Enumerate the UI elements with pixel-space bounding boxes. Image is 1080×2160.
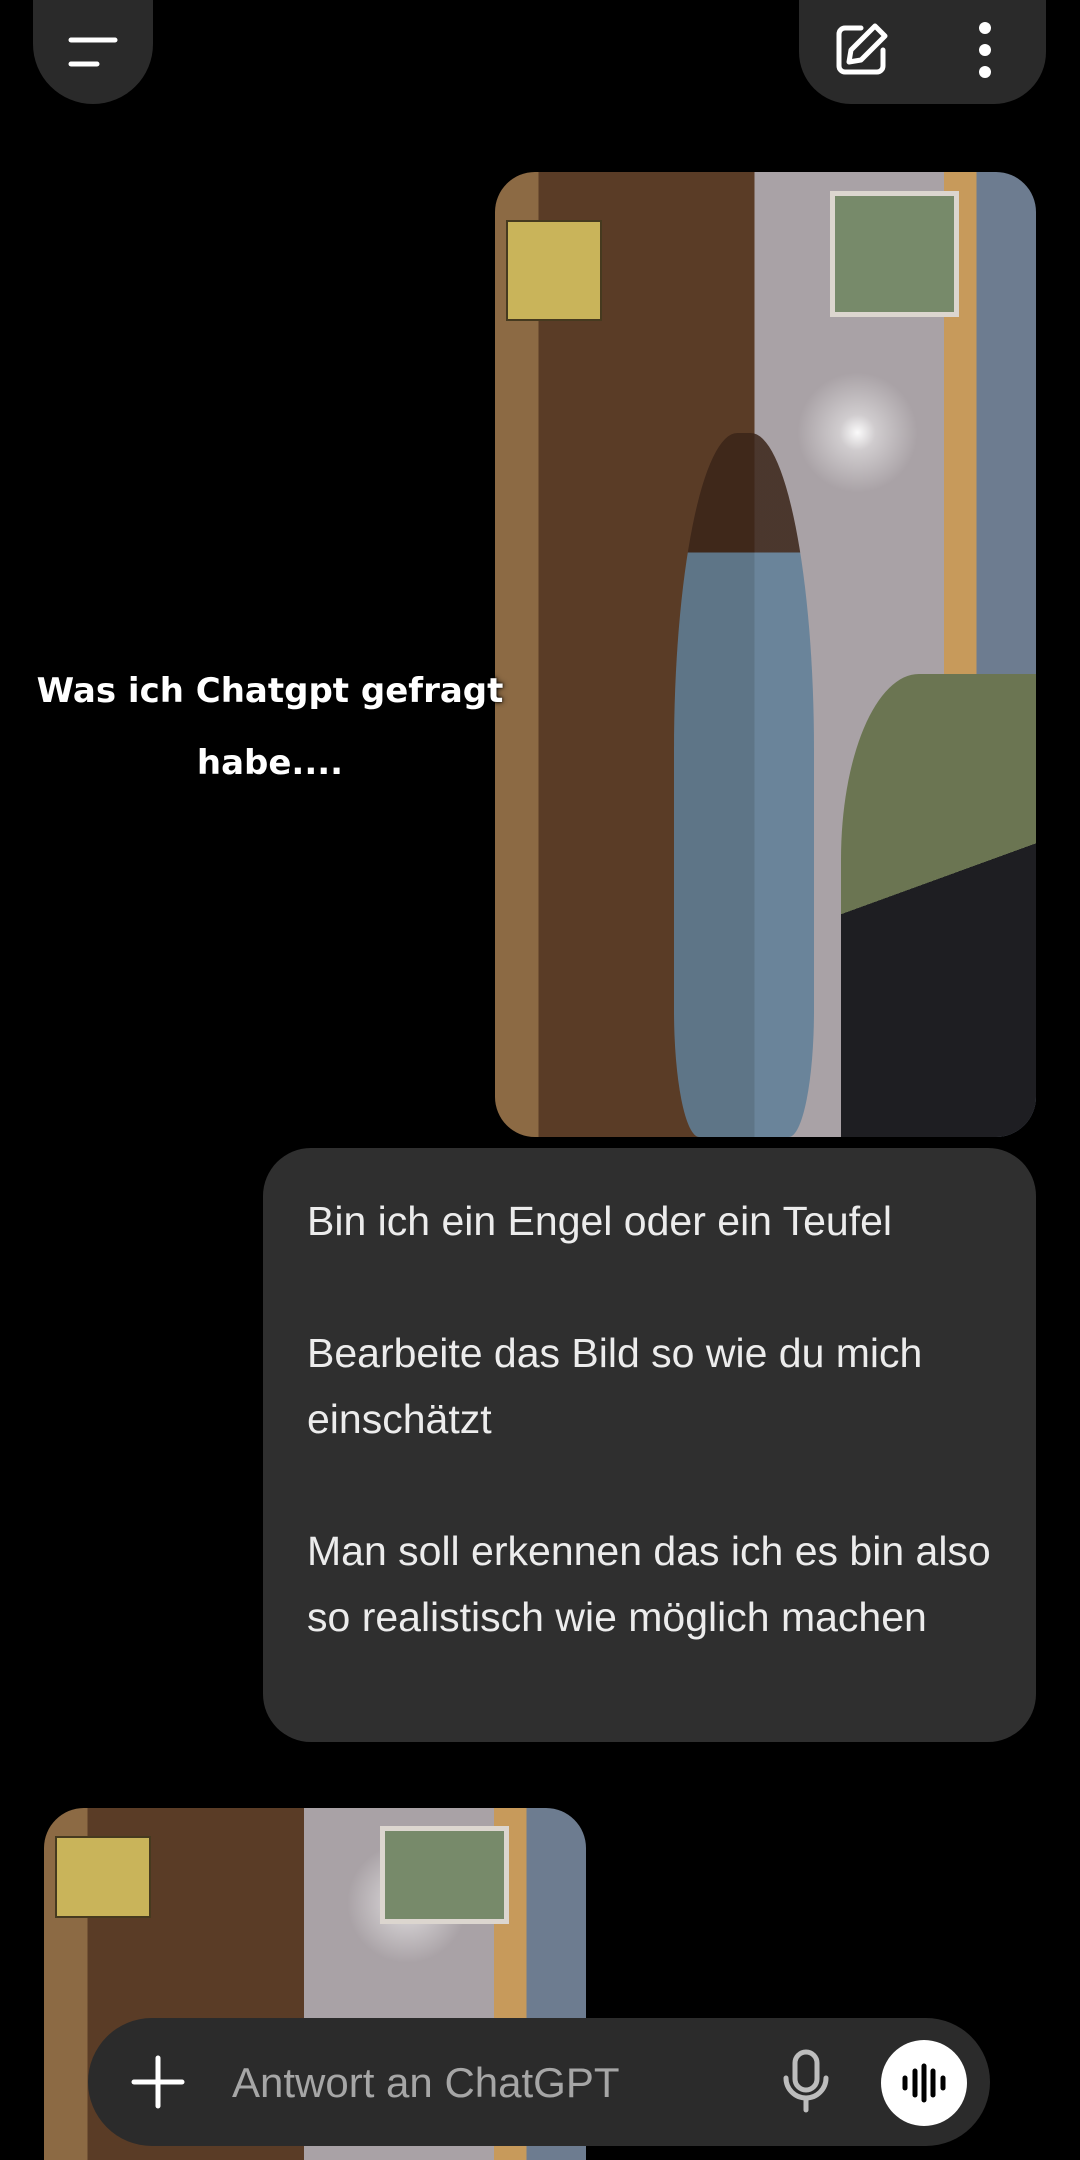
dictate-button[interactable]: [778, 2048, 834, 2116]
microphone-icon: [783, 2049, 829, 2113]
plus-icon: [131, 2055, 185, 2109]
sent-photo[interactable]: [495, 172, 1036, 1137]
hamburger-menu-icon: [68, 37, 118, 67]
header-actions: [799, 0, 1046, 104]
hanging-jacket: [841, 673, 1036, 1137]
overlay-caption: Was ich Chatgpt gefragt habe....: [36, 671, 504, 783]
picture-frame: [830, 191, 960, 318]
vertical-dots-icon: [979, 22, 991, 78]
message-input[interactable]: [230, 2042, 834, 2124]
message-paragraph: Bin ich ein Engel oder ein Teufel: [307, 1198, 893, 1244]
new-chat-button[interactable]: [831, 20, 891, 80]
picture-frame: [380, 1825, 510, 1924]
poster: [54, 1836, 151, 1918]
person-figure: [673, 432, 815, 1137]
voice-mode-icon: [902, 2063, 946, 2103]
new-chat-edit-icon: [836, 23, 888, 75]
more-options-button[interactable]: [965, 20, 1005, 80]
user-message-bubble: Bin ich ein Engel oder ein Teufel Bearbe…: [263, 1148, 1036, 1742]
menu-button[interactable]: [33, 0, 153, 104]
voice-mode-button[interactable]: [881, 2040, 967, 2126]
message-paragraph: Bearbeite das Bild so wie du mich einsch…: [307, 1330, 923, 1442]
composer-bar: [88, 2018, 990, 2146]
message-paragraph: Man soll erkennen das ich es bin also so…: [307, 1528, 991, 1640]
poster: [505, 220, 602, 321]
attach-button[interactable]: [128, 2052, 188, 2112]
